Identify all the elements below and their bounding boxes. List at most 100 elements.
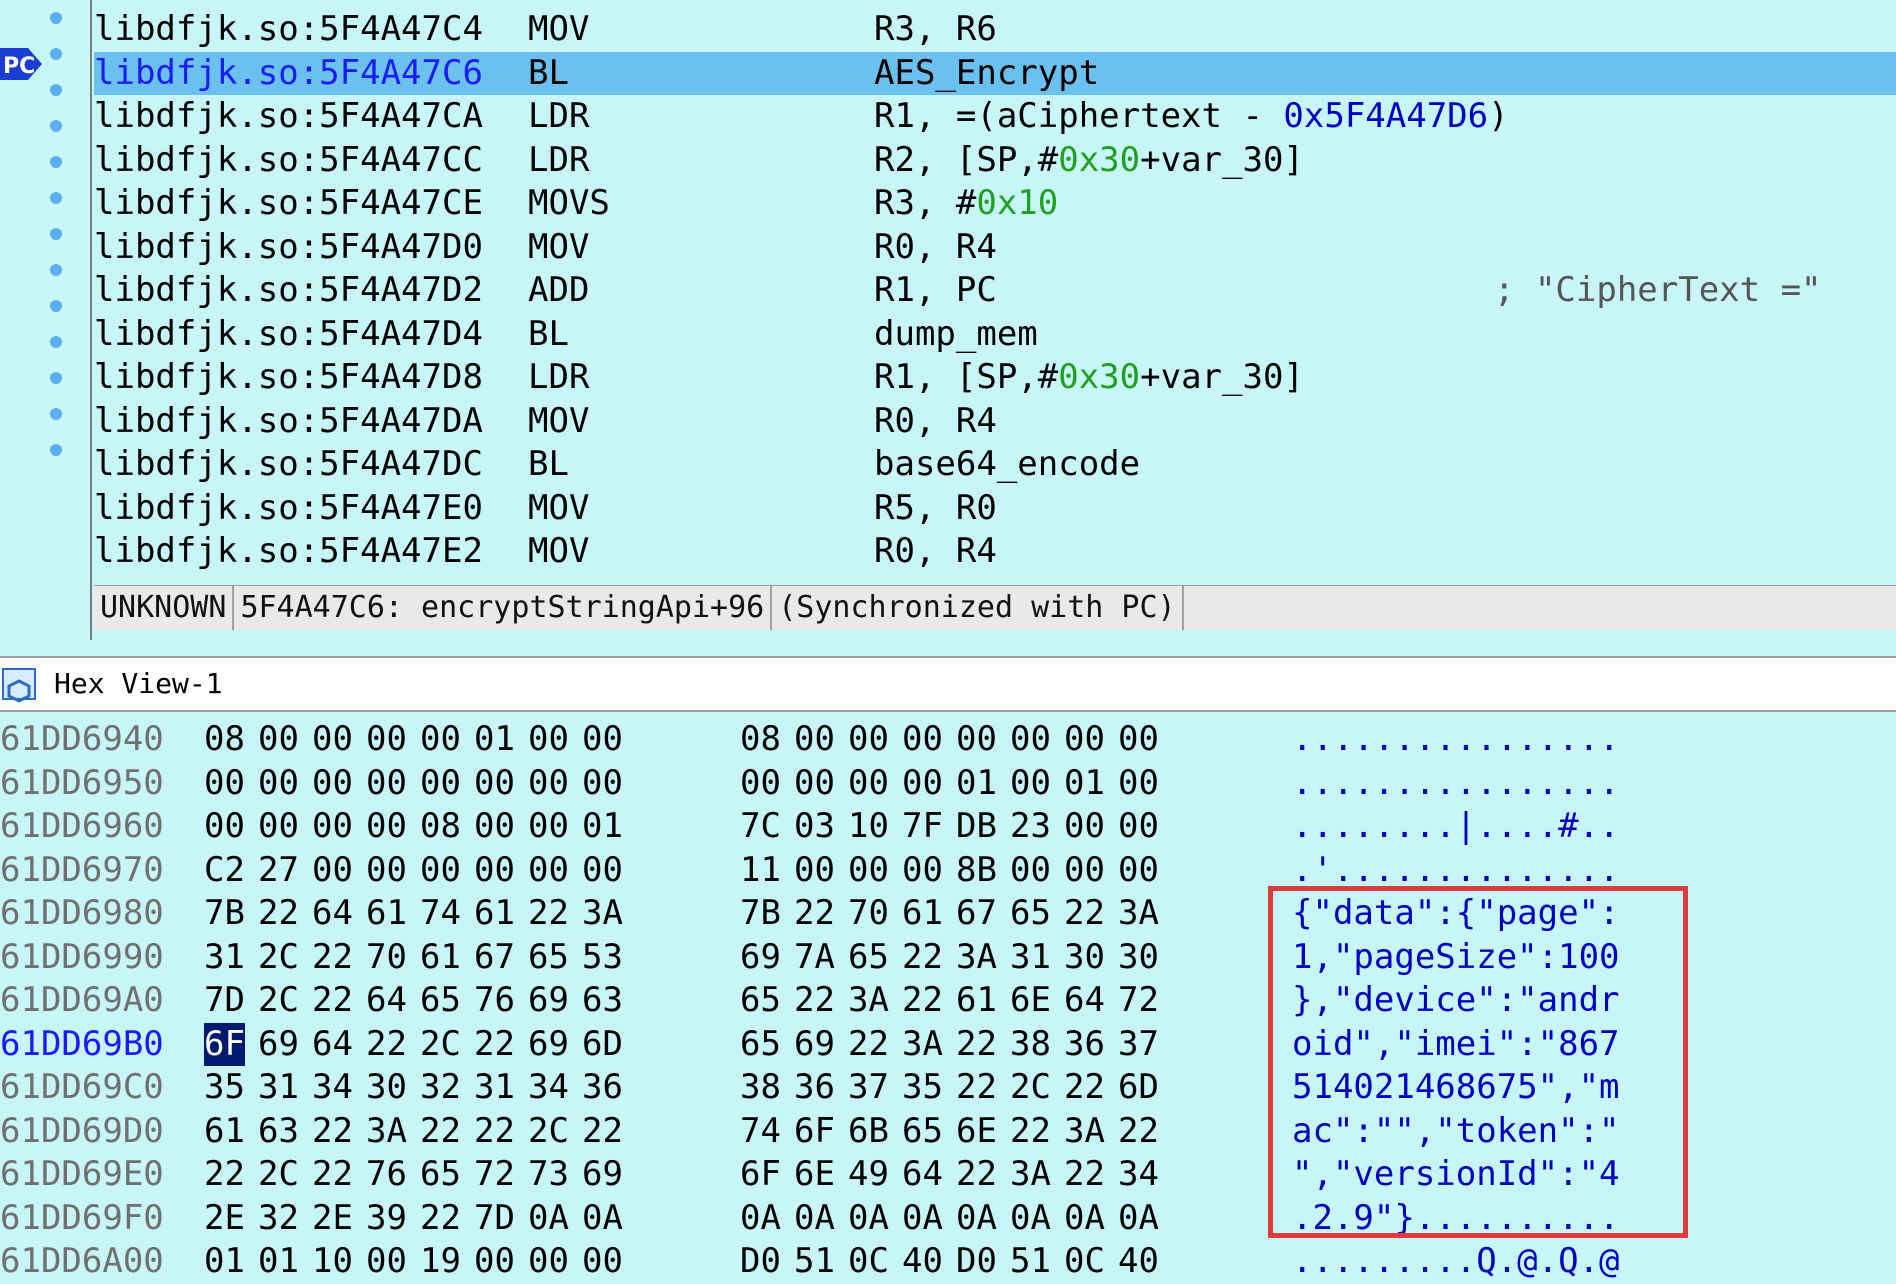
hex-byte[interactable]: 64	[366, 979, 407, 1023]
hex-byte[interactable]: 30	[1118, 936, 1159, 980]
hex-byte[interactable]: 32	[420, 1066, 461, 1110]
instruction-address[interactable]: libdfjk.so:5F4A47CC	[94, 139, 483, 183]
hex-byte[interactable]: 7A	[794, 936, 835, 980]
hex-byte[interactable]: 69	[740, 936, 781, 980]
instruction-operands[interactable]: R0, R4	[874, 400, 997, 444]
instruction-address[interactable]: libdfjk.so:5F4A47D2	[94, 269, 483, 313]
hex-byte[interactable]: 61	[204, 1110, 245, 1154]
hex-byte[interactable]: 10	[312, 1240, 353, 1284]
hex-byte[interactable]: 0A	[794, 1197, 835, 1241]
hex-byte[interactable]: 0C	[848, 1240, 889, 1284]
breakpoint-dot-icon[interactable]	[50, 228, 62, 240]
hex-byte[interactable]: 00	[366, 849, 407, 893]
hex-byte[interactable]: 6F	[794, 1110, 835, 1154]
instruction-address[interactable]: libdfjk.so:5F4A47C6	[94, 52, 483, 96]
disasm-row[interactable]: libdfjk.so:5F4A47D2 ADD R1, PC ; "CipherTex…	[94, 269, 1896, 313]
hex-byte[interactable]: 7D	[204, 979, 245, 1023]
instruction-operands[interactable]: R1, PC	[874, 269, 997, 313]
hex-ascii[interactable]: .........Q.@.Q.@	[1292, 1240, 1620, 1284]
hex-byte[interactable]: 22	[312, 1153, 353, 1197]
hex-byte[interactable]: 64	[1064, 979, 1105, 1023]
hex-byte[interactable]: 00	[1010, 762, 1051, 806]
hex-byte[interactable]: 22	[474, 1023, 515, 1067]
hex-byte[interactable]: 65	[740, 979, 781, 1023]
disasm-row[interactable]: libdfjk.so:5F4A47DA MOV R0, R4	[94, 400, 1896, 444]
hex-byte[interactable]: 00	[312, 718, 353, 762]
hex-byte[interactable]: 69	[528, 1023, 569, 1067]
instruction-address[interactable]: libdfjk.so:5F4A47E0	[94, 487, 483, 531]
hex-byte[interactable]: 22	[794, 979, 835, 1023]
hex-byte[interactable]: 22	[258, 892, 299, 936]
hex-byte[interactable]: 00	[528, 762, 569, 806]
hex-byte[interactable]: 00	[258, 718, 299, 762]
breakpoint-dot-icon[interactable]	[50, 156, 62, 168]
hex-byte[interactable]: 00	[1064, 849, 1105, 893]
disasm-row[interactable]: libdfjk.so:5F4A47CE MOVS R3, #0x10	[94, 182, 1896, 226]
hex-byte[interactable]: 22	[794, 892, 835, 936]
hex-byte[interactable]: 01	[956, 762, 997, 806]
hex-byte[interactable]: 22	[956, 1153, 997, 1197]
hex-ascii[interactable]: ................	[1292, 762, 1620, 806]
hex-byte[interactable]: 00	[258, 762, 299, 806]
hex-byte[interactable]: 00	[794, 762, 835, 806]
hex-byte[interactable]: 00	[1118, 805, 1159, 849]
hex-byte[interactable]: 36	[794, 1066, 835, 1110]
hex-byte[interactable]: 8B	[956, 849, 997, 893]
hex-byte[interactable]: 69	[794, 1023, 835, 1067]
hex-byte[interactable]: 2C	[528, 1110, 569, 1154]
hex-byte[interactable]: 53	[582, 936, 623, 980]
hex-byte[interactable]: 08	[204, 718, 245, 762]
hex-byte[interactable]: 31	[204, 936, 245, 980]
hex-byte[interactable]: 65	[902, 1110, 943, 1154]
breakpoint-dot-icon[interactable]	[50, 48, 62, 60]
hex-byte[interactable]: 08	[740, 718, 781, 762]
hex-byte[interactable]: 00	[582, 849, 623, 893]
hex-byte[interactable]: 32	[258, 1197, 299, 1241]
hex-byte[interactable]: 65	[420, 1153, 461, 1197]
hex-byte[interactable]: 08	[420, 805, 461, 849]
hex-byte[interactable]: 69	[528, 979, 569, 1023]
disasm-row[interactable]: libdfjk.so:5F4A47C6 BL AES_Encrypt	[94, 51, 1896, 96]
hex-byte[interactable]: 37	[848, 1066, 889, 1110]
hex-byte[interactable]: 64	[312, 892, 353, 936]
instruction-operands[interactable]: R2, [SP,#0x30+var_30]	[874, 139, 1304, 183]
hex-row[interactable]: 61DD6960 00 00 00 00 08 00 00 01 7C 03 10 7F DB 23 00 00…	[0, 805, 1896, 849]
hex-byte[interactable]: 0A	[902, 1197, 943, 1241]
hex-byte[interactable]: 70	[848, 892, 889, 936]
hex-byte[interactable]: 61	[420, 936, 461, 980]
hex-byte[interactable]: 00	[528, 1240, 569, 1284]
breakpoint-dot-icon[interactable]	[50, 336, 62, 348]
disasm-row[interactable]: libdfjk.so:5F4A47D0 MOV R0, R4	[94, 226, 1896, 270]
hex-byte[interactable]: 0A	[582, 1197, 623, 1241]
hex-byte[interactable]: 74	[420, 892, 461, 936]
hex-byte[interactable]: 00	[848, 849, 889, 893]
hex-byte[interactable]: 40	[902, 1240, 943, 1284]
hex-byte[interactable]: 01	[582, 805, 623, 849]
hex-row[interactable]: 61DD6940 08 00 00 00 00 01 00 00 08 00 00 00 00 00 00 00…	[0, 718, 1896, 762]
instruction-address[interactable]: libdfjk.so:5F4A47D8	[94, 356, 483, 400]
hex-byte[interactable]: 7B	[204, 892, 245, 936]
hex-byte[interactable]: 3A	[1118, 892, 1159, 936]
instruction-address[interactable]: libdfjk.so:5F4A47D0	[94, 226, 483, 270]
hex-byte[interactable]: 00	[528, 849, 569, 893]
breakpoint-dot-icon[interactable]	[50, 264, 62, 276]
hex-byte[interactable]: 00	[312, 849, 353, 893]
disasm-row[interactable]: libdfjk.so:5F4A47DC BL base64_encode	[94, 443, 1896, 487]
hex-byte[interactable]: 22	[204, 1153, 245, 1197]
hex-byte[interactable]: 64	[902, 1153, 943, 1197]
hex-byte[interactable]: 7D	[474, 1197, 515, 1241]
hex-byte[interactable]: 00	[474, 805, 515, 849]
hex-byte[interactable]: 22	[956, 1066, 997, 1110]
hex-byte[interactable]: 2C	[258, 1153, 299, 1197]
hex-byte[interactable]: 22	[312, 1110, 353, 1154]
hex-byte[interactable]: 31	[258, 1066, 299, 1110]
hex-byte[interactable]: 34	[528, 1066, 569, 1110]
hex-byte[interactable]: 6F	[740, 1153, 781, 1197]
hex-byte[interactable]: 03	[794, 805, 835, 849]
hex-byte[interactable]: 49	[848, 1153, 889, 1197]
hex-byte[interactable]: 72	[1118, 979, 1159, 1023]
hex-byte[interactable]: 36	[582, 1066, 623, 1110]
hex-byte[interactable]: 31	[1010, 936, 1051, 980]
hex-byte[interactable]: 00	[902, 762, 943, 806]
hex-byte[interactable]: 36	[1064, 1023, 1105, 1067]
